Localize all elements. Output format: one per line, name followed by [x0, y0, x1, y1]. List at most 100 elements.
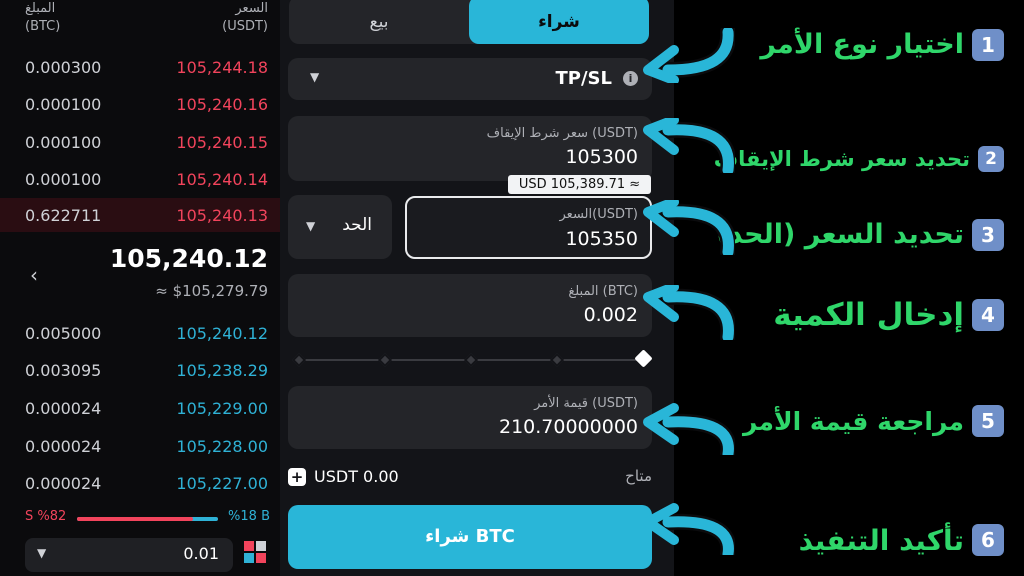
ask-row[interactable]: 0.000100 105,240.16	[0, 89, 280, 119]
arrow-curved-icon	[643, 403, 735, 455]
order-value-field: قيمة الأمر (USDT) 210.70000000	[288, 386, 652, 449]
bid-amount: 0.003095	[25, 361, 102, 380]
add-funds-icon[interactable]: +	[288, 468, 306, 486]
amount-field[interactable]: المبلغ (BTC) 0.002	[288, 274, 652, 337]
bid-amount: 0.000024	[25, 474, 102, 493]
order-form: بيع شراء ▼ TP/SL i سعر شرط الإيقاف (USDT…	[280, 0, 674, 576]
ask-row[interactable]: 0.000100 105,240.14	[0, 164, 280, 194]
price-header: السعر (USDT)	[222, 1, 268, 34]
precision-dropdown[interactable]: ▼ 0.01	[25, 538, 233, 572]
caret-down-icon: ▼	[37, 546, 47, 560]
available-label: متاح	[625, 467, 652, 485]
step-2: تحديد سعر شرط الإيقاف 2	[714, 146, 1004, 190]
slider-step[interactable]	[549, 352, 565, 368]
order-type-dropdown[interactable]: ▼ TP/SL i	[288, 58, 652, 100]
arrow-curved-icon	[643, 285, 735, 340]
caret-down-icon: ▼	[306, 219, 316, 233]
annotation-panel: اختيار نوع الأمر 1 تحديد سعر شرط الإيقاف 2…	[643, 0, 1024, 576]
arrow-curved-icon	[643, 118, 735, 173]
ratio-bar-sell-fill	[77, 517, 193, 521]
amount-label: المبلغ (BTC)	[568, 284, 638, 299]
slider-step[interactable]	[291, 352, 307, 368]
bid-price: 105,240.12	[176, 324, 268, 343]
ask-price: 105,244.18	[176, 58, 268, 77]
ask-price: 105,240.16	[176, 95, 268, 114]
bid-row[interactable]: 0.000024 105,228.00	[0, 431, 280, 461]
arrow-curved-icon	[643, 200, 735, 255]
order-type-value: TP/SL	[555, 68, 612, 89]
ask-amount: 0.000100	[25, 133, 102, 152]
step-text: تأكيد التنفيذ	[798, 523, 964, 557]
limit-price-value[interactable]: 105350	[565, 228, 638, 250]
ask-row[interactable]: 0.000100 105,240.15	[0, 127, 280, 157]
arrow-curved-icon	[643, 28, 735, 83]
slider-handle[interactable]	[634, 349, 653, 368]
bid-row[interactable]: 0.000024 105,227.00	[0, 468, 280, 498]
tab-buy[interactable]: شراء	[469, 0, 649, 44]
bid-price: 105,228.00	[176, 437, 268, 456]
step-5: مراجعة قيمة الأمر 5	[743, 405, 1004, 449]
step-text: مراجعة قيمة الأمر	[742, 406, 964, 436]
chevron-left-icon[interactable]: ‹	[30, 263, 38, 287]
step-number: 1	[972, 28, 1004, 61]
bid-price: 105,229.00	[176, 399, 268, 418]
available-balance: + USDT 0.00 متاح	[288, 467, 652, 489]
buy-sell-ratio: S %82 %18 B	[25, 509, 270, 527]
caret-down-icon: ▼	[310, 70, 320, 84]
last-price: 105,240.12	[109, 244, 268, 273]
slider-step[interactable]	[377, 352, 393, 368]
ask-row[interactable]: 0.622711 105,240.13	[0, 198, 280, 232]
layout-toggle-icon[interactable]	[244, 541, 268, 565]
buy-ratio-label: %18 B	[228, 509, 270, 524]
info-icon[interactable]: i	[623, 71, 638, 86]
step-number: 2	[978, 146, 1004, 172]
price-type-dropdown[interactable]: ▼ الحد	[288, 195, 392, 259]
ask-price: 105,240.13	[176, 206, 268, 225]
step-number: 3	[972, 218, 1004, 251]
order-value-value: 210.70000000	[498, 416, 638, 438]
step-6: تأكيد التنفيذ 6	[799, 522, 1004, 566]
precision-value: 0.01	[183, 544, 219, 563]
amount-header: المبلغ (BTC)	[25, 1, 61, 34]
step-text: اختيار نوع الأمر	[760, 29, 964, 60]
ask-amount: 0.000100	[25, 170, 102, 189]
step-1: اختيار نوع الأمر 1	[760, 28, 1004, 72]
available-value: USDT 0.00	[314, 467, 399, 486]
arrow-curved-icon	[643, 503, 735, 555]
step-text: إدخال الكمية	[773, 296, 964, 333]
last-price-usd: ≈ $105,279.79	[155, 282, 268, 300]
amount-slider[interactable]	[291, 349, 653, 368]
step-number: 6	[972, 524, 1004, 556]
slider-step[interactable]	[463, 352, 479, 368]
sell-ratio-label: S %82	[25, 509, 67, 524]
ask-amount: 0.622711	[25, 206, 102, 225]
step-number: 5	[972, 405, 1004, 437]
mid-price-block: ‹ 105,240.12 ≈ $105,279.79	[0, 242, 280, 308]
ask-row[interactable]: 0.000300 105,244.18	[0, 52, 280, 82]
step-text: تحديد السعر (الحد)	[716, 219, 964, 250]
bid-row[interactable]: 0.000024 105,229.00	[0, 393, 280, 423]
buy-btc-button[interactable]: شراء BTC	[288, 505, 652, 569]
step-3: تحديد السعر (الحد) 3	[716, 218, 1004, 262]
bid-price: 105,238.29	[176, 361, 268, 380]
bid-row[interactable]: 0.005000 105,240.12	[0, 318, 280, 348]
order-book: المبلغ (BTC) السعر (USDT) 0.000300 105,24…	[0, 0, 280, 576]
bid-price: 105,227.00	[176, 474, 268, 493]
amount-value[interactable]: 0.002	[584, 304, 638, 326]
side-tabs: بيع شراء	[289, 0, 649, 44]
ratio-bar	[77, 517, 218, 521]
bid-row[interactable]: 0.003095 105,238.29	[0, 355, 280, 385]
order-book-header: المبلغ (BTC) السعر (USDT)	[0, 0, 280, 40]
step-4: إدخال الكمية 4	[773, 295, 1004, 339]
limit-price-label: السعر(USDT)	[559, 207, 639, 222]
ask-price: 105,240.14	[176, 170, 268, 189]
limit-price-field[interactable]: السعر(USDT) 105350	[405, 196, 652, 259]
trigger-price-field[interactable]: سعر شرط الإيقاف (USDT) 105300	[288, 116, 652, 181]
ask-amount: 0.000100	[25, 95, 102, 114]
trigger-price-value[interactable]: 105300	[565, 146, 638, 168]
bid-amount: 0.000024	[25, 399, 102, 418]
price-type-value: الحد	[342, 215, 372, 235]
ask-amount: 0.000300	[25, 58, 102, 77]
ask-price: 105,240.15	[176, 133, 268, 152]
tab-sell[interactable]: بيع	[289, 0, 469, 44]
